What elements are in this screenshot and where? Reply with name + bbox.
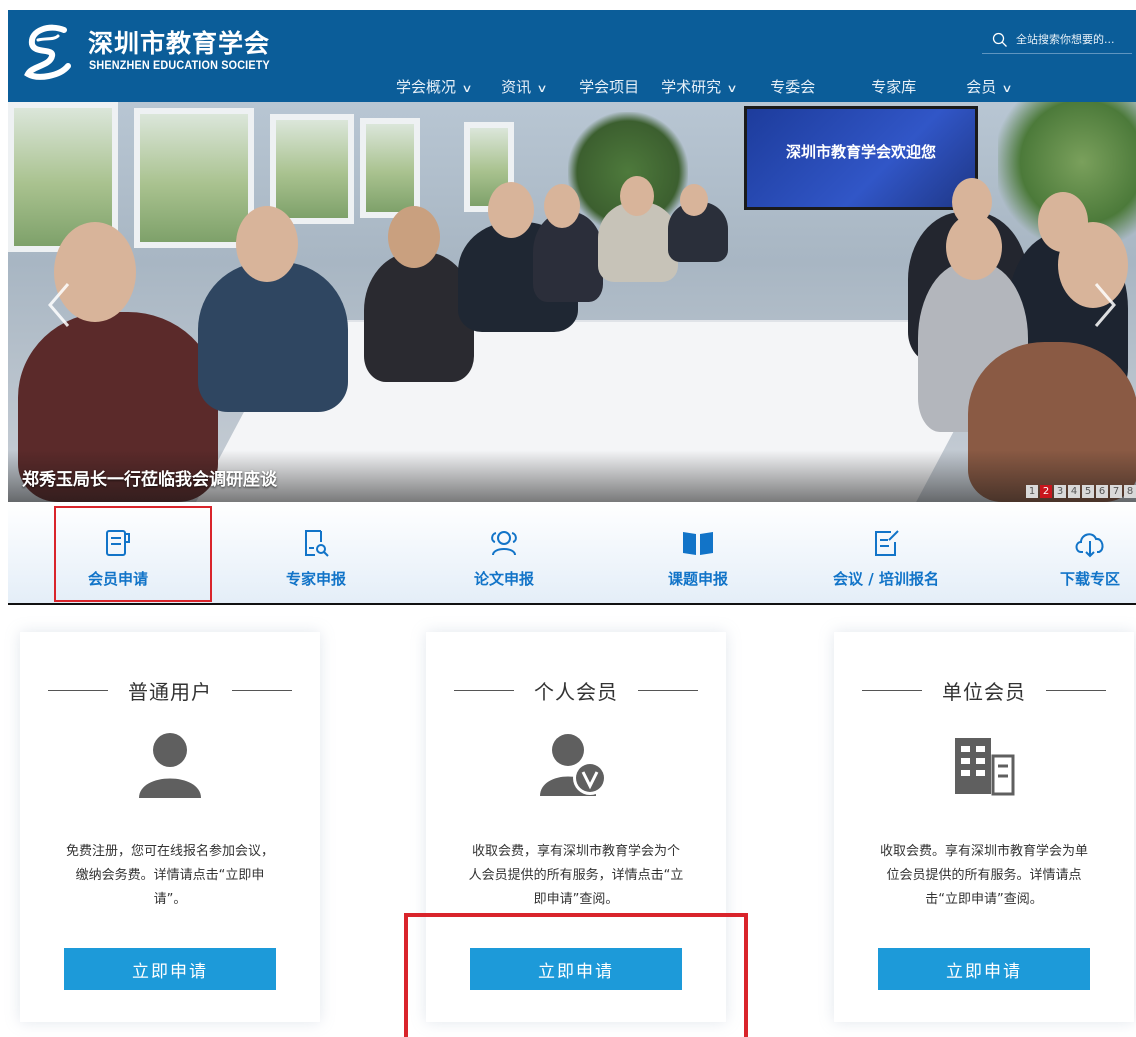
verified-user-icon xyxy=(540,734,607,796)
apply-button[interactable]: 立即申请 xyxy=(64,948,276,990)
carousel-page-button[interactable]: 4 xyxy=(1068,485,1080,498)
nav-research[interactable]: 学术研究 ∨ xyxy=(661,76,738,97)
carousel-page-button[interactable]: 3 xyxy=(1054,485,1066,498)
card-title-row: 个人会员 xyxy=(426,676,726,705)
brand-name-cn[interactable]: 深圳市教育学会 xyxy=(88,24,270,60)
search-box[interactable] xyxy=(982,26,1132,54)
carousel-page-button[interactable]: 5 xyxy=(1082,485,1094,498)
carousel-page-button[interactable]: 2 xyxy=(1040,485,1052,498)
carousel-pagination: 1 2 3 4 5 6 7 8 xyxy=(1026,485,1136,498)
person-photo xyxy=(198,262,348,412)
site-header: 深圳市教育学会 SHENZHEN EDUCATION SOCIETY 学会概况∨… xyxy=(8,10,1136,102)
head-photo xyxy=(680,184,708,216)
welcome-screen-photo: 深圳市教育学会欢迎您 xyxy=(744,106,978,210)
chevron-down-icon: ∨ xyxy=(1001,82,1013,95)
carousel-page-button[interactable]: 7 xyxy=(1110,485,1122,498)
window-photo xyxy=(134,108,254,248)
head-photo xyxy=(388,206,440,268)
divider xyxy=(1046,690,1106,691)
quick-link-label: 会议 / 培训报名 xyxy=(833,570,939,588)
slide-caption[interactable]: 郑秀玉局长一行莅临我会调研座谈 xyxy=(22,465,277,490)
apply-button[interactable]: 立即申请 xyxy=(878,948,1090,990)
head-photo xyxy=(236,206,298,282)
quick-link-downloads[interactable]: 下载专区 xyxy=(1012,502,1136,602)
divider xyxy=(48,690,108,691)
chevron-left-icon[interactable] xyxy=(44,280,74,330)
card-institution-member: 单位会员 收取会费。享有深圳市教育学会为单位会员提供的所有服务。详情请点击“立即… xyxy=(834,632,1134,1022)
chevron-right-icon[interactable] xyxy=(1090,280,1120,330)
card-title: 单位会员 xyxy=(942,680,1026,704)
search-icon[interactable] xyxy=(992,32,1008,48)
users-icon xyxy=(491,531,517,556)
chevron-down-icon: ∨ xyxy=(726,82,738,95)
card-description: 收取会费，享有深圳市教育学会为个人会员提供的所有服务，详情点击“立即申请”查阅。 xyxy=(468,844,684,907)
divider xyxy=(454,690,514,691)
divider xyxy=(638,690,698,691)
chevron-down-icon: ∨ xyxy=(536,82,548,95)
brand-name-en: SHENZHEN EDUCATION SOCIETY xyxy=(89,58,270,72)
quick-link-label: 专家申报 xyxy=(285,570,346,588)
main-nav: 学会概况 ∨ 资讯 ∨ 学会项目 学术研究 ∨ 专委会 专家库 会员 ∨ xyxy=(396,76,1013,97)
open-book-icon xyxy=(683,532,713,555)
chevron-down-icon: ∨ xyxy=(461,82,473,95)
card-title: 个人会员 xyxy=(534,680,618,704)
card-regular-user: 普通用户 免费注册，您可在线报名参加会议，缴纳会务费。详情请点击“立即申请”。 … xyxy=(20,632,320,1022)
user-icon xyxy=(139,733,201,798)
doc-search-icon xyxy=(305,530,329,557)
search-input[interactable] xyxy=(1016,33,1128,46)
head-photo xyxy=(488,182,534,238)
nav-about[interactable]: 学会概况 ∨ xyxy=(396,76,473,97)
nav-experts[interactable]: 专家库 xyxy=(871,76,916,97)
window-photo xyxy=(270,114,354,224)
quick-link-label: 论文申报 xyxy=(473,570,534,588)
carousel-page-button[interactable]: 6 xyxy=(1096,485,1108,498)
carousel-page-button[interactable]: 1 xyxy=(1026,485,1038,498)
card-description: 免费注册，您可在线报名参加会议，缴纳会务费。详情请点击“立即申请”。 xyxy=(65,844,274,907)
screen-text: 深圳市教育学会欢迎您 xyxy=(785,143,936,161)
nav-committees[interactable]: 专委会 xyxy=(770,76,815,97)
hero-carousel[interactable]: 深圳市教育学会欢迎您 郑秀玉局长一行莅临我会调研座谈 1 2 3 4 5 6 7… xyxy=(8,102,1136,502)
highlight-box xyxy=(54,506,212,602)
nav-news[interactable]: 资讯 ∨ xyxy=(501,76,548,97)
divider xyxy=(862,690,922,691)
nav-projects[interactable]: 学会项目 xyxy=(579,76,639,97)
nav-members[interactable]: 会员 ∨ xyxy=(966,76,1013,97)
carousel-page-button[interactable]: 8 xyxy=(1124,485,1136,498)
building-icon xyxy=(955,738,1015,796)
quick-link-label: 下载专区 xyxy=(1059,570,1120,588)
highlight-box xyxy=(404,913,748,1037)
edit-doc-icon xyxy=(875,530,899,556)
quick-link-topic-apply[interactable]: 课题申报 xyxy=(620,502,776,602)
logo-icon[interactable] xyxy=(24,22,74,80)
divider xyxy=(232,690,292,691)
head-photo xyxy=(620,176,654,216)
card-title-row: 普通用户 xyxy=(20,676,320,705)
card-title: 普通用户 xyxy=(128,680,212,704)
head-photo xyxy=(544,184,580,228)
card-title-row: 单位会员 xyxy=(834,676,1134,705)
window-photo xyxy=(360,118,420,218)
quick-link-paper-apply[interactable]: 论文申报 xyxy=(426,502,582,602)
quick-link-meeting-signup[interactable]: 会议 / 培训报名 xyxy=(808,502,964,602)
head-photo xyxy=(946,214,1002,280)
quick-link-expert-apply[interactable]: 专家申报 xyxy=(238,502,394,602)
quick-link-label: 课题申报 xyxy=(667,570,728,588)
card-description: 收取会费。享有深圳市教育学会为单位会员提供的所有服务。详情请点击“立即申请”查阅… xyxy=(879,844,1088,907)
cloud-download-icon xyxy=(1075,533,1104,558)
